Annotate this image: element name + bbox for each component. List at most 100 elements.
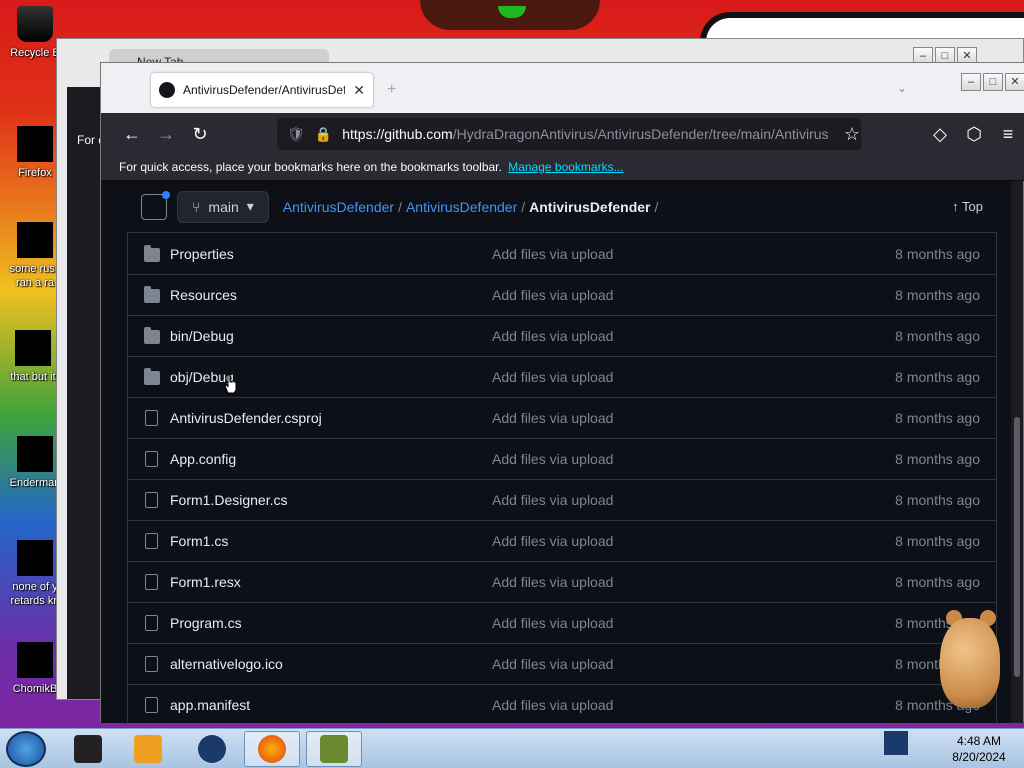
taskbar-item-terminal[interactable] <box>60 731 116 767</box>
commit-message-link[interactable]: Add files via upload <box>492 369 895 385</box>
manage-bookmarks-link[interactable]: Manage bookmarks... <box>508 160 623 174</box>
media-player-icon <box>134 735 162 763</box>
folder-icon <box>144 286 160 303</box>
top-label: Top <box>962 199 983 214</box>
folder-icon <box>144 327 160 344</box>
taskbar-item-chomikbox[interactable] <box>306 731 362 767</box>
url-host: https://github.com <box>342 126 453 142</box>
commit-message-link[interactable]: Add files via upload <box>492 451 895 467</box>
file-name-link[interactable]: Properties <box>170 246 492 262</box>
file-icon <box>145 410 158 426</box>
taskbar-item-globe[interactable] <box>184 731 240 767</box>
file-name-link[interactable]: App.config <box>170 451 492 467</box>
file-icon <box>15 330 51 366</box>
file-name-link[interactable]: AntivirusDefender.csproj <box>170 410 492 426</box>
back-button[interactable]: ← <box>115 117 149 151</box>
forward-button[interactable]: → <box>149 117 183 151</box>
file-row[interactable]: bin/Debug Add files via upload 8 months ag… <box>128 315 996 356</box>
browser-window[interactable]: AntivirusDefender/AntivirusDefender ✕ + … <box>100 62 1024 723</box>
commit-message-link[interactable]: Add files via upload <box>492 656 895 672</box>
tab-title: AntivirusDefender/AntivirusDefender <box>183 83 346 97</box>
chomikbox-icon <box>320 735 348 763</box>
file-icon <box>145 656 158 672</box>
file-row[interactable]: Form1.Designer.cs Add files via upload 8 m… <box>128 479 996 520</box>
minimize-button[interactable]: – <box>961 73 981 91</box>
commit-message-link[interactable]: Add files via upload <box>492 328 895 344</box>
shield-icon[interactable]: 🛡 <box>287 126 305 143</box>
file-name-link[interactable]: Form1.cs <box>170 533 492 549</box>
globe-icon <box>198 735 226 763</box>
taskbar-item-media-player[interactable] <box>120 731 176 767</box>
commit-message-link[interactable]: Add files via upload <box>492 492 895 508</box>
commit-message-link[interactable]: Add files via upload <box>492 246 895 262</box>
new-tab-button[interactable]: + <box>387 81 396 99</box>
reload-button[interactable]: ↻ <box>183 117 217 151</box>
extensions-icon[interactable]: ⬡ <box>957 117 991 151</box>
window-controls: – □ ✕ <box>961 73 1024 91</box>
commit-message-link[interactable]: Add files via upload <box>492 287 895 303</box>
lock-icon[interactable]: 🔒 <box>315 126 332 143</box>
folder-icon <box>144 368 160 385</box>
file-row[interactable]: Program.cs Add files via upload 8 months a… <box>128 602 996 643</box>
tab-github-antivirusdefender[interactable]: AntivirusDefender/AntivirusDefender ✕ <box>151 73 373 107</box>
top-button[interactable]: ↑ Top <box>952 199 983 214</box>
file-row[interactable]: app.manifest Add files via upload 8 months… <box>128 684 996 723</box>
bookmark-star-icon[interactable]: ☆ <box>835 117 869 151</box>
file-name-link[interactable]: bin/Debug <box>170 328 492 344</box>
commit-message-link[interactable]: Add files via upload <box>492 697 895 713</box>
commit-age: 8 months ago <box>895 245 980 262</box>
branch-name: main <box>208 198 239 215</box>
start-button[interactable] <box>6 731 46 767</box>
url-path: /HydraDragonAntivirus/AntivirusDefender/… <box>452 126 829 142</box>
file-row[interactable]: App.config Add files via upload 8 months a… <box>128 438 996 479</box>
taskbar: 4:48 AM 8/20/2024 <box>0 728 1024 768</box>
file-icon <box>145 451 158 467</box>
file-row[interactable]: Form1.cs Add files via upload 8 months ago <box>128 520 996 561</box>
close-tab-icon[interactable]: ✕ <box>353 82 365 99</box>
address-bar[interactable]: 🛡 🔒 https://github.com/HydraDragonAntivi… <box>277 118 861 150</box>
commit-message-link[interactable]: Add files via upload <box>492 533 895 549</box>
breadcrumb-owner[interactable]: AntivirusDefender <box>283 199 394 215</box>
taskbar-item-firefox[interactable] <box>244 731 300 767</box>
file-row[interactable]: Form1.resx Add files via upload 8 months a… <box>128 561 996 602</box>
network-icon[interactable] <box>884 731 908 755</box>
file-name-link[interactable]: Resources <box>170 287 492 303</box>
toolbar-right: ◇ ⬡ ≡ <box>923 117 1024 151</box>
breadcrumb-repo[interactable]: AntivirusDefender <box>406 199 517 215</box>
commit-message-link[interactable]: Add files via upload <box>492 574 895 590</box>
pocket-icon[interactable]: ◇ <box>923 117 957 151</box>
file-name-link[interactable]: Form1.resx <box>170 574 492 590</box>
file-name-link[interactable]: Form1.Designer.cs <box>170 492 492 508</box>
file-icon <box>17 540 53 576</box>
file-row[interactable]: Resources Add files via upload 8 months ag… <box>128 274 996 315</box>
menu-icon[interactable]: ≡ <box>991 117 1024 151</box>
file-row[interactable]: alternativelogo.ico Add files via upload 8… <box>128 643 996 684</box>
clock[interactable]: 4:48 AM 8/20/2024 <box>940 733 1018 765</box>
commit-age: 8 months ago <box>895 328 980 344</box>
scrollbar-thumb[interactable] <box>1014 417 1020 677</box>
file-row[interactable]: AntivirusDefender.csproj Add files via up… <box>128 397 996 438</box>
file-row[interactable]: Properties Add files via upload 8 months a… <box>128 233 996 274</box>
page-scrollbar[interactable] <box>1011 181 1023 723</box>
file-name-link[interactable]: Program.cs <box>170 615 492 631</box>
file-icon <box>17 222 53 258</box>
terminal-icon <box>74 735 102 763</box>
file-row[interactable]: obj/Debug Add files via upload 8 months ag… <box>128 356 996 397</box>
commit-message-link[interactable]: Add files via upload <box>492 410 895 426</box>
page-content: ⑂ main ▾ AntivirusDefender / AntivirusDefe… <box>101 181 1013 723</box>
side-panel-icon[interactable] <box>141 190 170 220</box>
bookmarks-hint: For quick access, place your bookmarks h… <box>119 160 502 174</box>
close-button[interactable]: ✕ <box>1005 73 1024 91</box>
file-name-link[interactable]: app.manifest <box>170 697 492 713</box>
file-name-link[interactable]: obj/Debug <box>170 369 492 385</box>
clock-time: 4:48 AM <box>956 734 1002 748</box>
file-icon <box>145 533 158 549</box>
commit-age: 8 months ago <box>895 492 980 508</box>
maximize-button[interactable]: □ <box>983 73 1003 91</box>
commit-age: 8 months ago <box>895 287 980 303</box>
file-name-link[interactable]: alternativelogo.ico <box>170 656 492 672</box>
commit-message-link[interactable]: Add files via upload <box>492 615 895 631</box>
firefox-icon <box>258 735 286 763</box>
branch-selector[interactable]: ⑂ main ▾ <box>177 190 269 223</box>
list-all-tabs-button[interactable]: ⌄ <box>897 81 907 95</box>
